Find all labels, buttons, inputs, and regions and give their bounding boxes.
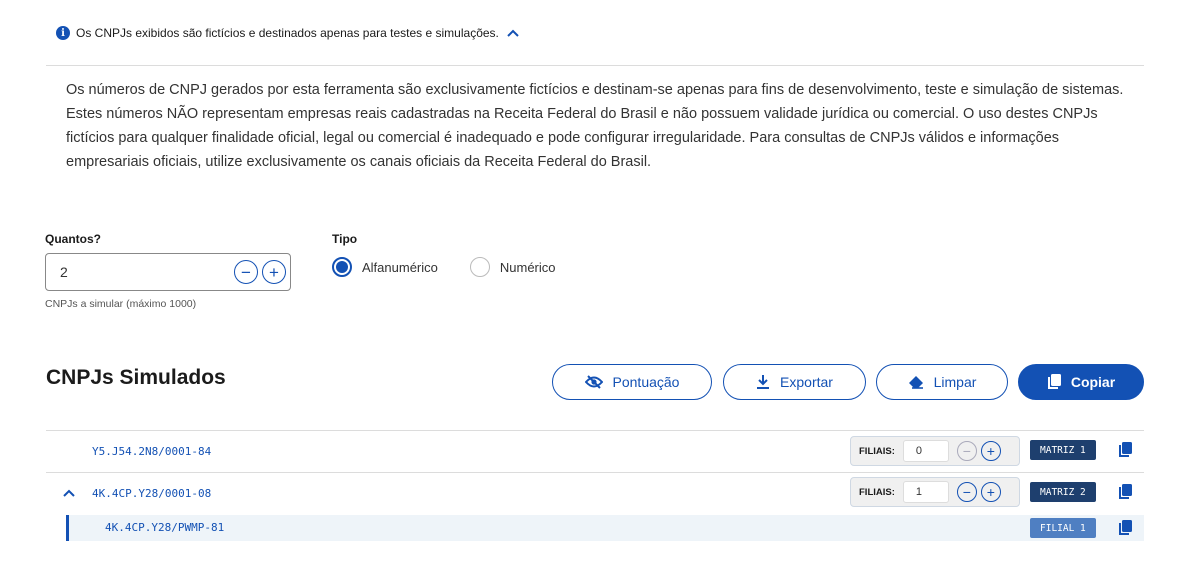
eye-slash-icon xyxy=(584,375,603,389)
decrement-button[interactable]: − xyxy=(956,482,977,502)
radio-label: Alfanumérico xyxy=(362,259,438,275)
quantity-help: CNPJs a simular (máximo 1000) xyxy=(45,298,197,310)
copy-label: Copiar xyxy=(1070,374,1116,390)
filiais-input[interactable]: 1 xyxy=(902,481,949,503)
increment-button[interactable]: + xyxy=(262,260,286,284)
quantity-label: Quantos? xyxy=(45,232,101,246)
section-title: CNPJs Simulados xyxy=(46,366,226,389)
filiais-input[interactable]: 0 xyxy=(902,440,949,462)
quantity-input[interactable]: 2 xyxy=(60,264,234,280)
decrement-button[interactable]: − xyxy=(234,260,258,284)
export-label: Exportar xyxy=(780,374,833,390)
matriz-tag[interactable]: MATRIZ 2 xyxy=(1030,482,1096,502)
notice-text: Os CNPJs exibidos são fictícios e destin… xyxy=(76,26,499,40)
type-radio-group: Alfanumérico Numérico xyxy=(332,257,588,277)
export-button[interactable]: Exportar xyxy=(723,364,866,400)
chevron-up-icon[interactable] xyxy=(62,487,76,499)
copy-button[interactable]: Copiar xyxy=(1018,364,1144,400)
filiais-stepper[interactable]: FILIAIS: 1 − + xyxy=(850,477,1020,507)
decrement-button[interactable]: − xyxy=(956,441,977,461)
cnpj-value: 4K.4CP.Y28/0001-08 xyxy=(92,487,212,500)
eraser-icon xyxy=(908,376,923,389)
divider xyxy=(46,472,1144,473)
radio-label: Numérico xyxy=(499,259,556,275)
increment-button[interactable]: + xyxy=(980,441,1001,461)
download-icon xyxy=(757,375,770,389)
score-button[interactable]: Pontuação xyxy=(552,364,712,400)
copy-icon[interactable] xyxy=(1118,442,1132,458)
filiais-stepper[interactable]: FILIAIS: 0 − + xyxy=(850,436,1020,466)
radio-button-checked[interactable] xyxy=(332,257,352,277)
increment-button[interactable]: + xyxy=(980,482,1001,502)
filial-tag[interactable]: FILIAL 1 xyxy=(1030,518,1096,538)
chevron-up-icon[interactable] xyxy=(505,25,521,41)
divider xyxy=(46,430,1144,431)
disclaimer-text: Os números de CNPJ gerados por esta ferr… xyxy=(66,82,1124,170)
copy-icon xyxy=(1047,374,1061,389)
quantity-stepper[interactable]: 2 − + xyxy=(45,253,291,291)
clear-button[interactable]: Limpar xyxy=(876,364,1008,400)
cnpj-value: Y5.J54.2N8/0001-84 xyxy=(92,445,212,458)
copy-icon[interactable] xyxy=(1118,520,1132,536)
radio-alfanumerico[interactable]: Alfanumérico xyxy=(332,257,438,277)
notice-bar[interactable]: i Os CNPJs exibidos são fictícios e dest… xyxy=(56,22,521,44)
type-label: Tipo xyxy=(332,232,358,246)
info-icon: i xyxy=(56,26,70,40)
radio-button[interactable] xyxy=(469,257,490,277)
radio-numerico[interactable]: Numérico xyxy=(469,257,556,277)
divider xyxy=(46,65,1144,66)
filiais-label: FILIAIS: xyxy=(859,445,895,457)
copy-icon[interactable] xyxy=(1118,484,1132,500)
filiais-label: FILIAIS: xyxy=(859,486,895,498)
branch-cnpj-value: 4K.4CP.Y28/PWMP-81 xyxy=(105,521,225,534)
clear-label: Limpar xyxy=(933,374,977,390)
branch-row xyxy=(66,515,1144,541)
matriz-tag[interactable]: MATRIZ 1 xyxy=(1030,440,1096,460)
score-label: Pontuação xyxy=(612,374,680,390)
